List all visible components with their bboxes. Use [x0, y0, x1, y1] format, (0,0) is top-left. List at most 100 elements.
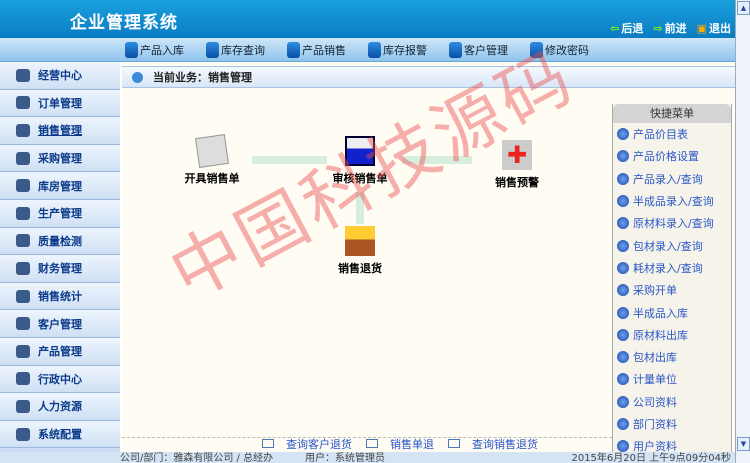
status-company: 公司/部门：雅森有限公司 / 总经办 — [120, 453, 274, 463]
quick-menu-item[interactable]: 计量单位 — [613, 368, 731, 390]
nav-stock-query[interactable]: 库存查询 — [206, 41, 265, 58]
flow-sales-alert[interactable]: ✚ 销售预警 — [487, 140, 547, 190]
quick-menu-item[interactable]: 原材料出库 — [613, 324, 731, 346]
sidebar-item-label: 采购管理 — [38, 152, 82, 166]
sidebar-item[interactable]: 人力资源 — [0, 393, 120, 421]
nav-label: 产品销售 — [302, 43, 346, 57]
quick-menu-item[interactable]: 产品录入/查询 — [613, 168, 731, 190]
exit-icon: ▣ — [696, 22, 707, 35]
link-sales-return-order[interactable]: 销售单退 — [366, 436, 434, 452]
sidebar-item-label: 库房管理 — [38, 179, 82, 193]
stock-query-icon — [206, 41, 219, 58]
quick-menu-item[interactable]: 产品价格设置 — [613, 145, 731, 167]
sidebar-item[interactable]: 销售管理 — [0, 117, 120, 145]
list-bullet-icon — [617, 395, 629, 408]
quick-menu-label: 产品价目表 — [633, 128, 688, 142]
quick-menu-label: 包材出库 — [633, 351, 677, 365]
quick-menu-item[interactable]: 部门资料 — [613, 413, 731, 435]
form-icon — [448, 439, 460, 448]
scroll-down-icon[interactable]: ▼ — [737, 437, 750, 451]
quick-menu-label: 半成品入库 — [633, 306, 688, 320]
bottom-links: 查询客户退货 销售单退 查询销售退货 — [122, 437, 612, 452]
back-button[interactable]: ⇦ 后退 — [610, 20, 643, 36]
sidebar-item-label: 财务管理 — [38, 262, 82, 276]
nav-change-password[interactable]: 修改密码 — [530, 41, 589, 58]
form-icon — [262, 439, 274, 448]
nav-customers[interactable]: 客户管理 — [449, 41, 508, 58]
quick-menu-item[interactable]: 耗材录入/查询 — [613, 257, 731, 279]
key-briefcase-icon — [345, 136, 375, 166]
list-bullet-icon — [617, 328, 629, 341]
sidebar-item[interactable]: 系统配置 — [0, 420, 120, 449]
list-bullet-icon — [617, 195, 629, 208]
list-bullet-icon — [617, 440, 629, 453]
sidebar-item[interactable]: 质量检测 — [0, 227, 120, 256]
exit-button[interactable]: ▣ 退出 — [697, 20, 731, 36]
sidebar-item[interactable]: 采购管理 — [0, 144, 120, 173]
quick-menu-item[interactable]: 原材料录入/查询 — [613, 212, 731, 234]
sidebar-item-label: 人力资源 — [38, 400, 82, 414]
sidebar-item[interactable]: 销售统计 — [0, 282, 120, 311]
menu-icon — [16, 289, 30, 303]
quick-menu-label: 产品价格设置 — [633, 150, 699, 164]
nav-label: 库存报警 — [383, 43, 427, 57]
note-icon — [195, 134, 229, 168]
product-in-icon — [125, 41, 138, 58]
quick-menu-label: 部门资料 — [633, 418, 677, 431]
sidebar-item-label: 产品管理 — [38, 345, 82, 359]
sidebar-item[interactable]: 客户管理 — [0, 310, 120, 338]
sidebar-item[interactable]: 库房管理 — [0, 172, 120, 200]
menu-icon — [16, 399, 30, 413]
menu-icon — [16, 344, 30, 358]
quick-menu-item[interactable]: 产品价目表 — [613, 123, 731, 145]
sidebar-item[interactable]: 订单管理 — [0, 89, 120, 118]
first-aid-icon: ✚ — [502, 140, 532, 170]
quick-menu-label: 包材录入/查询 — [633, 239, 703, 253]
sidebar-item[interactable]: 产品管理 — [0, 337, 120, 366]
header: 企业管理系统 ⇦ 后退 ⇨ 前进 ▣ 退出 — [0, 0, 735, 38]
breadcrumb: 当前业务：销售管理 — [122, 66, 735, 88]
nav-stock-alert[interactable]: 库存报警 — [368, 41, 427, 58]
forward-arrow-icon: ⇨ — [653, 22, 663, 35]
menu-icon — [16, 123, 30, 137]
flow-arrow — [252, 156, 327, 164]
quick-menu-item[interactable]: 采购开单 — [613, 279, 731, 301]
sidebar-item[interactable]: 生产管理 — [0, 199, 120, 228]
flow-review-order[interactable]: 审核销售单 — [322, 136, 398, 186]
flow-sales-return[interactable]: 销售退货 — [327, 226, 393, 276]
link-query-customer-returns[interactable]: 查询客户退货 — [262, 436, 352, 452]
scroll-up-icon[interactable]: ▲ — [737, 1, 750, 15]
forward-button[interactable]: ⇨ 前进 — [653, 20, 686, 36]
sidebar-item[interactable]: 财务管理 — [0, 255, 120, 283]
nav-label: 库存查询 — [221, 43, 265, 57]
menu-icon — [16, 68, 30, 82]
list-bullet-icon — [617, 418, 629, 430]
flow-create-order[interactable]: 开具销售单 — [177, 134, 247, 186]
quick-menu-item[interactable]: 包材录入/查询 — [613, 234, 731, 256]
sidebar-item-label: 系统配置 — [38, 428, 82, 442]
nav-product-in[interactable]: 产品入库 — [125, 41, 184, 58]
sidebar-item-label: 经营中心 — [38, 69, 82, 83]
menu-icon — [16, 317, 30, 331]
nav-product-sales[interactable]: 产品销售 — [287, 41, 346, 58]
menu-icon — [16, 234, 30, 248]
list-bullet-icon — [617, 373, 629, 386]
quick-menu-item[interactable]: 半成品入库 — [613, 301, 731, 323]
quick-menu-label: 原材料出库 — [633, 328, 688, 342]
menu-icon — [16, 261, 30, 275]
scrollbar[interactable]: ▲ ▼ — [735, 0, 750, 463]
quick-menu-title: 快捷菜单 — [613, 104, 731, 123]
sidebar-item[interactable]: 经营中心 — [0, 62, 120, 90]
link-query-sales-returns[interactable]: 查询销售退货 — [448, 436, 538, 452]
sidebar-item-label: 生产管理 — [38, 207, 82, 221]
sidebar-item-label: 销售统计 — [38, 290, 82, 304]
quick-menu-item[interactable]: 包材出库 — [613, 346, 731, 368]
quick-menu-label: 耗材录入/查询 — [633, 261, 703, 275]
product-sales-icon — [287, 41, 300, 58]
sidebar-item[interactable]: 行政中心 — [0, 365, 120, 394]
quick-menu-item[interactable]: 半成品录入/查询 — [613, 190, 731, 212]
quick-menu-item[interactable]: 公司资料 — [613, 391, 731, 413]
toolbar: 产品入库 库存查询 产品销售 库存报警 客户管理 修改密码 — [0, 38, 735, 62]
status-user: 用户：系统管理员 — [305, 453, 385, 463]
quick-menu-label: 产品录入/查询 — [633, 172, 703, 186]
